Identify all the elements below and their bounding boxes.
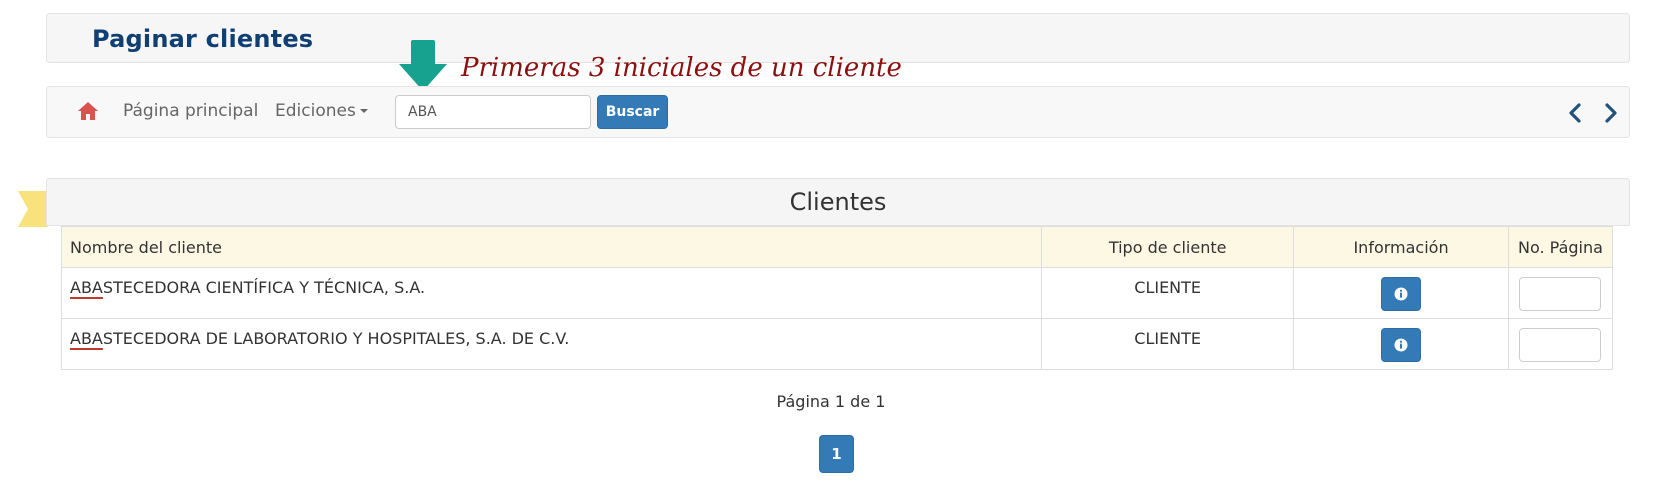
info-cell xyxy=(1293,267,1509,319)
down-arrow-icon xyxy=(399,40,447,91)
hint-annotation: Primeras 3 iniciales de un cliente xyxy=(461,53,902,83)
chevron-right-icon[interactable] xyxy=(1602,103,1620,123)
info-button[interactable] xyxy=(1381,277,1422,311)
table-row: ABASTECEDORA DE LABORATORIO Y HOSPITALES… xyxy=(60,318,1614,370)
nav-editions-dropdown[interactable]: Ediciones xyxy=(275,101,368,121)
info-icon xyxy=(1394,287,1408,301)
page-number-cell xyxy=(1507,318,1614,370)
table-row: ABASTECEDORA CIENTÍFICA Y TÉCNICA, S.A. … xyxy=(60,267,1614,319)
pagination-status: Página 1 de 1 xyxy=(776,392,886,411)
client-name-cell: ABASTECEDORA DE LABORATORIO Y HOSPITALES… xyxy=(60,318,1043,370)
page-number-cell xyxy=(1507,267,1614,319)
page-button-1[interactable]: 1 xyxy=(819,435,854,473)
client-name-cell: ABASTECEDORA CIENTÍFICA Y TÉCNICA, S.A. xyxy=(60,267,1043,319)
info-cell xyxy=(1293,318,1509,370)
home-icon[interactable] xyxy=(77,101,99,121)
page-number-input[interactable] xyxy=(1519,277,1602,311)
page-number-input[interactable] xyxy=(1519,328,1602,362)
panel-title: Clientes xyxy=(789,188,887,216)
clients-panel-heading: Clientes xyxy=(46,178,1630,226)
nav-editions-label: Ediciones xyxy=(275,101,356,121)
caret-down-icon xyxy=(359,109,368,113)
navbar: Página principal Ediciones Buscar xyxy=(46,86,1630,138)
page-title: Paginar clientes xyxy=(92,25,314,53)
chevron-left-icon[interactable] xyxy=(1566,103,1584,123)
info-icon xyxy=(1394,338,1408,352)
client-name-rest: STECEDORA CIENTÍFICA Y TÉCNICA, S.A. xyxy=(102,278,426,297)
client-type-cell: CLIENTE xyxy=(1041,318,1295,370)
search-input[interactable] xyxy=(395,95,591,129)
column-header-type: Tipo de cliente xyxy=(1041,226,1295,268)
column-header-page: No. Página xyxy=(1507,226,1614,268)
client-initials: ABA xyxy=(70,278,103,297)
column-header-name: Nombre del cliente xyxy=(60,226,1043,268)
info-button[interactable] xyxy=(1381,328,1422,362)
client-name-rest: STECEDORA DE LABORATORIO Y HOSPITALES, S… xyxy=(102,329,570,348)
bookmark-flag-icon xyxy=(18,191,48,227)
column-header-info: Información xyxy=(1293,226,1509,268)
client-type-cell: CLIENTE xyxy=(1041,267,1295,319)
nav-main-page-link[interactable]: Página principal xyxy=(123,101,258,121)
table-header-row: Nombre del cliente Tipo de cliente Infor… xyxy=(60,226,1614,268)
client-initials: ABA xyxy=(70,329,103,348)
search-button[interactable]: Buscar xyxy=(597,95,668,129)
clients-table: Nombre del cliente Tipo de cliente Infor… xyxy=(60,226,1614,370)
